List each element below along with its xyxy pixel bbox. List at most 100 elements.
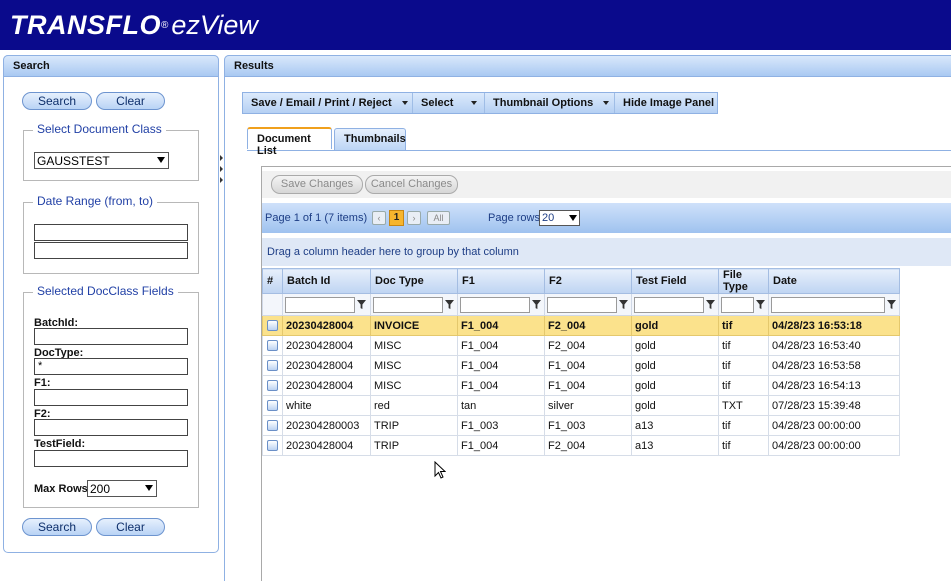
- date-to-input[interactable]: [34, 242, 188, 259]
- cell-f1[interactable]: F1_004: [457, 315, 545, 336]
- cell-doc-type[interactable]: TRIP: [370, 435, 458, 456]
- cell-doc-type[interactable]: MISC: [370, 355, 458, 376]
- cell-f1[interactable]: F1_004: [457, 375, 545, 396]
- cell-date[interactable]: 04/28/23 16:54:13: [768, 375, 900, 396]
- col-header-index[interactable]: #: [262, 268, 283, 294]
- cell-doc-type[interactable]: MISC: [370, 335, 458, 356]
- col-header-f1[interactable]: F1: [457, 268, 545, 294]
- cell-date[interactable]: 04/28/23 16:53:40: [768, 335, 900, 356]
- cell-test-field[interactable]: gold: [631, 395, 719, 416]
- tab-thumbnails[interactable]: Thumbnails: [334, 128, 406, 150]
- filter-icon[interactable]: [619, 300, 628, 309]
- filter-input[interactable]: [721, 296, 754, 313]
- search-button-bottom[interactable]: Search: [22, 518, 92, 536]
- row-checkbox[interactable]: [267, 420, 278, 431]
- filter-input[interactable]: [547, 296, 617, 313]
- prev-page-button[interactable]: ‹: [372, 211, 386, 225]
- current-page-button[interactable]: 1: [389, 210, 404, 226]
- row-checkbox[interactable]: [267, 340, 278, 351]
- doctype-input[interactable]: *: [34, 358, 188, 375]
- cell-doc-type[interactable]: MISC: [370, 375, 458, 396]
- col-header-test-field[interactable]: Test Field: [631, 268, 719, 294]
- cell-date[interactable]: 04/28/23 00:00:00: [768, 435, 900, 456]
- save-email-print-reject-menu[interactable]: Save / Email / Print / Reject: [243, 93, 413, 113]
- filter-icon[interactable]: [445, 300, 454, 309]
- batchid-input[interactable]: [34, 328, 188, 345]
- thumbnail-options-menu[interactable]: Thumbnail Options: [485, 93, 615, 113]
- cell-test-field[interactable]: a13: [631, 435, 719, 456]
- table-row[interactable]: 20230428004 TRIP F1_004 F2_004 a13 tif 04/28/2…: [262, 435, 900, 456]
- cell-test-field[interactable]: gold: [631, 335, 719, 356]
- clear-button-top[interactable]: Clear: [96, 92, 165, 110]
- cell-f2[interactable]: F1_004: [544, 355, 632, 376]
- cell-file-type[interactable]: tif: [718, 355, 769, 376]
- cell-doc-type[interactable]: red: [370, 395, 458, 416]
- table-row[interactable]: 20230428004 MISC F1_004 F2_004 gold tif 04/28/…: [262, 335, 900, 356]
- cell-batch-id[interactable]: white: [282, 395, 371, 416]
- next-page-button[interactable]: ›: [407, 211, 421, 225]
- filter-icon[interactable]: [357, 300, 366, 309]
- col-header-file-type[interactable]: File Type: [718, 268, 769, 294]
- table-row[interactable]: 20230428004 INVOICE F1_004 F2_004 gold tif 04/…: [262, 315, 900, 336]
- filter-input[interactable]: [373, 296, 443, 313]
- page-rows-select[interactable]: 20: [539, 210, 580, 226]
- cell-f1[interactable]: F1_004: [457, 435, 545, 456]
- cell-f1[interactable]: tan: [457, 395, 545, 416]
- clear-button-bottom[interactable]: Clear: [96, 518, 165, 536]
- f2-input[interactable]: [34, 419, 188, 436]
- filter-input[interactable]: [634, 296, 704, 313]
- row-checkbox[interactable]: [267, 440, 278, 451]
- save-changes-button[interactable]: Save Changes: [271, 175, 363, 194]
- table-row[interactable]: 202304280003 TRIP F1_003 F1_003 a13 tif 04/28/…: [262, 415, 900, 436]
- cell-f1[interactable]: F1_004: [457, 355, 545, 376]
- cell-doc-type[interactable]: INVOICE: [370, 315, 458, 336]
- cell-doc-type[interactable]: TRIP: [370, 415, 458, 436]
- cell-f2[interactable]: F1_004: [544, 375, 632, 396]
- table-row[interactable]: 20230428004 MISC F1_004 F1_004 gold tif 04/28/…: [262, 375, 900, 396]
- testfield-input[interactable]: [34, 450, 188, 467]
- cell-batch-id[interactable]: 202304280003: [282, 415, 371, 436]
- cell-f2[interactable]: F2_004: [544, 435, 632, 456]
- date-from-input[interactable]: [34, 224, 188, 241]
- cell-batch-id[interactable]: 20230428004: [282, 435, 371, 456]
- filter-icon[interactable]: [887, 300, 896, 309]
- cell-file-type[interactable]: tif: [718, 375, 769, 396]
- cell-file-type[interactable]: tif: [718, 315, 769, 336]
- cell-f2[interactable]: F1_003: [544, 415, 632, 436]
- doc-class-select[interactable]: GAUSSTEST: [34, 152, 169, 169]
- row-checkbox[interactable]: [267, 400, 278, 411]
- filter-icon[interactable]: [706, 300, 715, 309]
- cell-date[interactable]: 07/28/23 15:39:48: [768, 395, 900, 416]
- table-row[interactable]: 20230428004 MISC F1_004 F1_004 gold tif 04/28/…: [262, 355, 900, 376]
- col-header-batch-id[interactable]: Batch Id: [282, 268, 371, 294]
- cell-f2[interactable]: silver: [544, 395, 632, 416]
- max-rows-select[interactable]: 200: [87, 480, 157, 497]
- row-checkbox[interactable]: [267, 380, 278, 391]
- col-header-date[interactable]: Date: [768, 268, 900, 294]
- cell-f2[interactable]: F2_004: [544, 335, 632, 356]
- cell-f1[interactable]: F1_003: [457, 415, 545, 436]
- col-header-f2[interactable]: F2: [544, 268, 632, 294]
- cell-batch-id[interactable]: 20230428004: [282, 335, 371, 356]
- row-checkbox[interactable]: [267, 360, 278, 371]
- cell-test-field[interactable]: gold: [631, 375, 719, 396]
- cell-date[interactable]: 04/28/23 00:00:00: [768, 415, 900, 436]
- all-pages-button[interactable]: All: [427, 211, 450, 225]
- select-menu[interactable]: Select: [413, 93, 485, 113]
- filter-input[interactable]: [285, 296, 355, 313]
- f1-input[interactable]: [34, 389, 188, 406]
- filter-input[interactable]: [771, 296, 885, 313]
- cell-test-field[interactable]: gold: [631, 315, 719, 336]
- col-header-doc-type[interactable]: Doc Type: [370, 268, 458, 294]
- cell-f1[interactable]: F1_004: [457, 335, 545, 356]
- filter-icon[interactable]: [532, 300, 541, 309]
- cell-date[interactable]: 04/28/23 16:53:58: [768, 355, 900, 376]
- cell-date[interactable]: 04/28/23 16:53:18: [768, 315, 900, 336]
- cell-test-field[interactable]: gold: [631, 355, 719, 376]
- search-button-top[interactable]: Search: [22, 92, 92, 110]
- cell-batch-id[interactable]: 20230428004: [282, 375, 371, 396]
- tab-document-list[interactable]: Document List: [247, 127, 332, 157]
- group-by-area[interactable]: Drag a column header here to group by th…: [262, 238, 951, 266]
- cell-batch-id[interactable]: 20230428004: [282, 315, 371, 336]
- cell-f2[interactable]: F2_004: [544, 315, 632, 336]
